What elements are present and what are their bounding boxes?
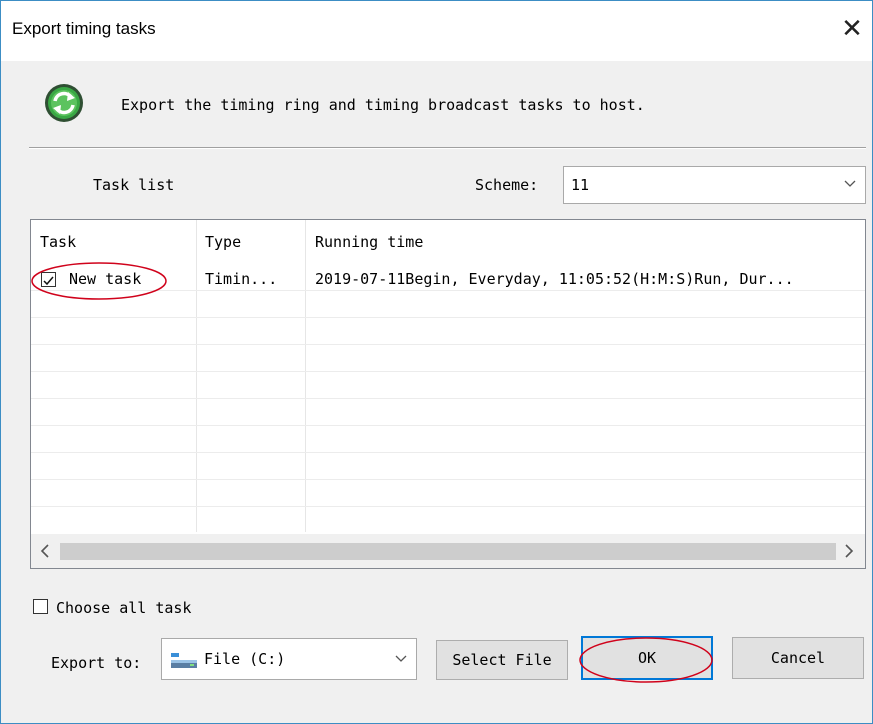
scroll-left-icon[interactable] (37, 542, 53, 560)
chevron-down-icon (844, 180, 856, 187)
row-divider (31, 506, 865, 507)
column-header-type[interactable]: Type (205, 233, 241, 251)
task-type-cell: Timin... (205, 270, 278, 288)
column-divider (196, 220, 197, 532)
choose-all-checkbox[interactable] (33, 599, 48, 614)
scheme-select[interactable]: 11 (563, 166, 866, 204)
row-divider (31, 479, 865, 480)
export-destination-value: File (C:) (204, 650, 286, 668)
row-divider (31, 344, 865, 345)
row-divider (31, 425, 865, 426)
scheme-value: 11 (571, 176, 590, 194)
row-divider (31, 398, 865, 399)
close-button[interactable]: ✕ (832, 9, 872, 49)
task-name-cell: New task (69, 270, 142, 288)
close-icon: ✕ (841, 14, 863, 44)
refresh-arrows-icon (45, 84, 83, 122)
task-row-checkbox[interactable] (41, 272, 56, 287)
horizontal-scrollbar[interactable] (31, 534, 865, 568)
export-to-label: Export to: (51, 654, 142, 672)
scrollbar-thumb[interactable] (60, 543, 836, 560)
divider (29, 147, 866, 149)
row-divider (31, 452, 865, 453)
choose-all-label: Choose all task (56, 599, 192, 617)
row-divider (31, 317, 865, 318)
column-header-task[interactable]: Task (40, 233, 76, 251)
column-divider (305, 220, 306, 532)
row-divider (31, 371, 865, 372)
export-timing-tasks-dialog: Export timing tasks ✕ Export the timing … (0, 0, 873, 724)
running-time-cell: 2019-07-11Begin, Everyday, 11:05:52(H:M:… (315, 270, 794, 288)
task-list-table[interactable]: Task Type Running time New task Timin...… (30, 219, 866, 569)
chevron-down-icon (395, 655, 407, 662)
ok-button[interactable]: OK (581, 636, 713, 680)
select-file-button[interactable]: Select File (436, 640, 568, 680)
cancel-button[interactable]: Cancel (732, 637, 864, 679)
task-list-label: Task list (93, 176, 175, 194)
window-title: Export timing tasks (12, 19, 156, 38)
scroll-right-icon[interactable] (841, 542, 857, 560)
title-bar: Export timing tasks ✕ (1, 1, 872, 61)
export-destination-select[interactable]: File (C:) (161, 638, 417, 680)
drive-icon (171, 653, 197, 668)
checkmark-icon (43, 276, 54, 286)
column-header-running-time[interactable]: Running time (315, 233, 423, 251)
row-divider (31, 290, 865, 291)
header-description: Export the timing ring and timing broadc… (121, 96, 645, 114)
scheme-label: Scheme: (475, 176, 539, 194)
